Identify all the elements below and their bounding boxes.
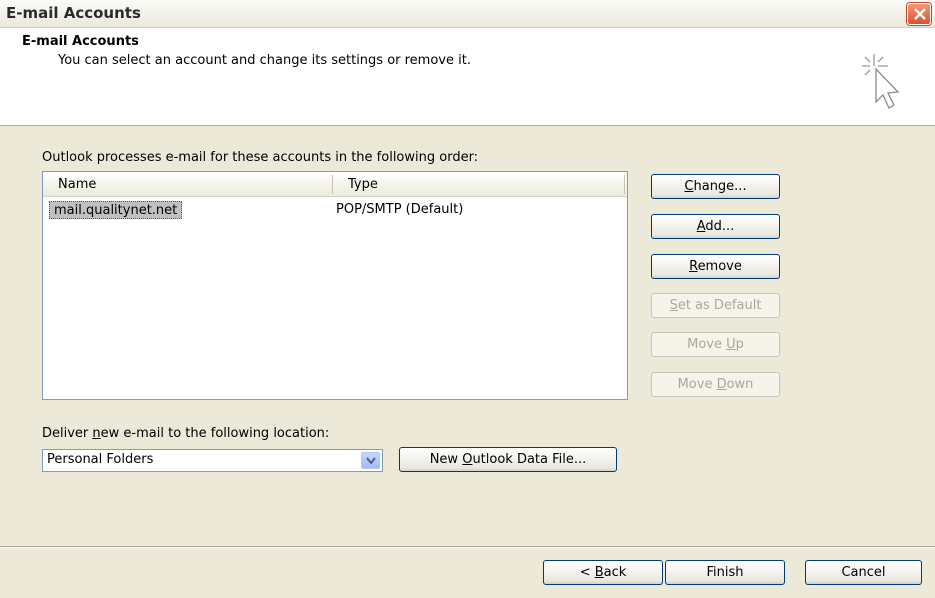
deliver-location-select[interactable]: Personal Folders	[42, 449, 383, 472]
account-type: POP/SMTP (Default)	[336, 202, 464, 217]
move-up-button[interactable]: Move Up	[651, 332, 780, 357]
header-title: E-mail Accounts	[22, 34, 139, 49]
footer-divider	[0, 546, 935, 548]
cursor-sparkle-icon	[862, 54, 900, 109]
newfile-label: utlook Data File...	[472, 452, 587, 467]
newfile-label-pre: New	[429, 452, 463, 467]
set-as-default-button[interactable]: Set as Default	[651, 293, 780, 318]
change-label: hange...	[693, 179, 747, 194]
column-divider[interactable]	[332, 175, 333, 194]
back-accel: B	[594, 565, 604, 580]
title-bar[interactable]: E-mail Accounts	[0, 0, 935, 28]
down-label: own	[726, 377, 754, 392]
finish-button[interactable]: Finish	[665, 560, 785, 585]
column-header-name[interactable]: Name	[58, 177, 96, 192]
default-label: et as Default	[677, 298, 762, 313]
move-down-button[interactable]: Move Down	[651, 372, 780, 397]
close-icon	[914, 8, 926, 20]
deliver-location-label: Deliver new e-mail to the following loca…	[42, 426, 329, 441]
wizard-header	[0, 28, 935, 126]
down-label-pre: Move	[677, 377, 717, 392]
add-button[interactable]: Add...	[651, 214, 780, 239]
cancel-button[interactable]: Cancel	[805, 560, 922, 585]
account-name: mail.qualitynet.net	[49, 201, 183, 219]
window-title: E-mail Accounts	[6, 4, 141, 22]
up-accel: U	[726, 337, 736, 352]
email-accounts-dialog: E-mail Accounts E-mail Accounts You can …	[0, 0, 935, 598]
close-button[interactable]	[907, 3, 931, 25]
up-label: p	[735, 337, 744, 352]
cancel-label: Cancel	[841, 565, 886, 580]
down-accel: D	[716, 377, 727, 392]
dropdown-button[interactable]	[361, 452, 380, 469]
column-divider[interactable]	[624, 175, 625, 194]
remove-accel: R	[689, 259, 698, 274]
header-subtitle: You can select an account and change its…	[58, 53, 471, 68]
column-header-type[interactable]: Type	[348, 177, 378, 192]
deliver-label-pre: Deliver	[42, 426, 93, 441]
remove-button[interactable]: Remove	[651, 254, 780, 279]
change-button[interactable]: Change...	[651, 174, 780, 199]
selected-location: Personal Folders	[47, 452, 154, 467]
list-header: Name Type	[43, 172, 627, 197]
up-label-pre: Move	[687, 337, 727, 352]
account-order-label: Outlook processes e-mail for these accou…	[42, 150, 479, 165]
new-outlook-data-file-button[interactable]: New Outlook Data File...	[399, 447, 617, 472]
back-button[interactable]: < Back	[543, 560, 663, 585]
newfile-accel: O	[462, 452, 473, 467]
chevron-down-icon	[366, 457, 376, 465]
finish-label: Finish	[706, 565, 744, 580]
add-label: dd...	[705, 219, 735, 234]
account-row[interactable]: mail.qualitynet.net POP/SMTP (Default)	[46, 201, 624, 219]
remove-label: emove	[697, 259, 742, 274]
default-accel: S	[669, 298, 678, 313]
back-label-pre: <	[579, 565, 595, 580]
accounts-list[interactable]: Name Type mail.qualitynet.net POP/SMTP (…	[42, 171, 628, 400]
deliver-accel: n	[92, 426, 101, 441]
deliver-label-post: ew e-mail to the following location:	[100, 426, 330, 441]
back-label: ack	[603, 565, 627, 580]
